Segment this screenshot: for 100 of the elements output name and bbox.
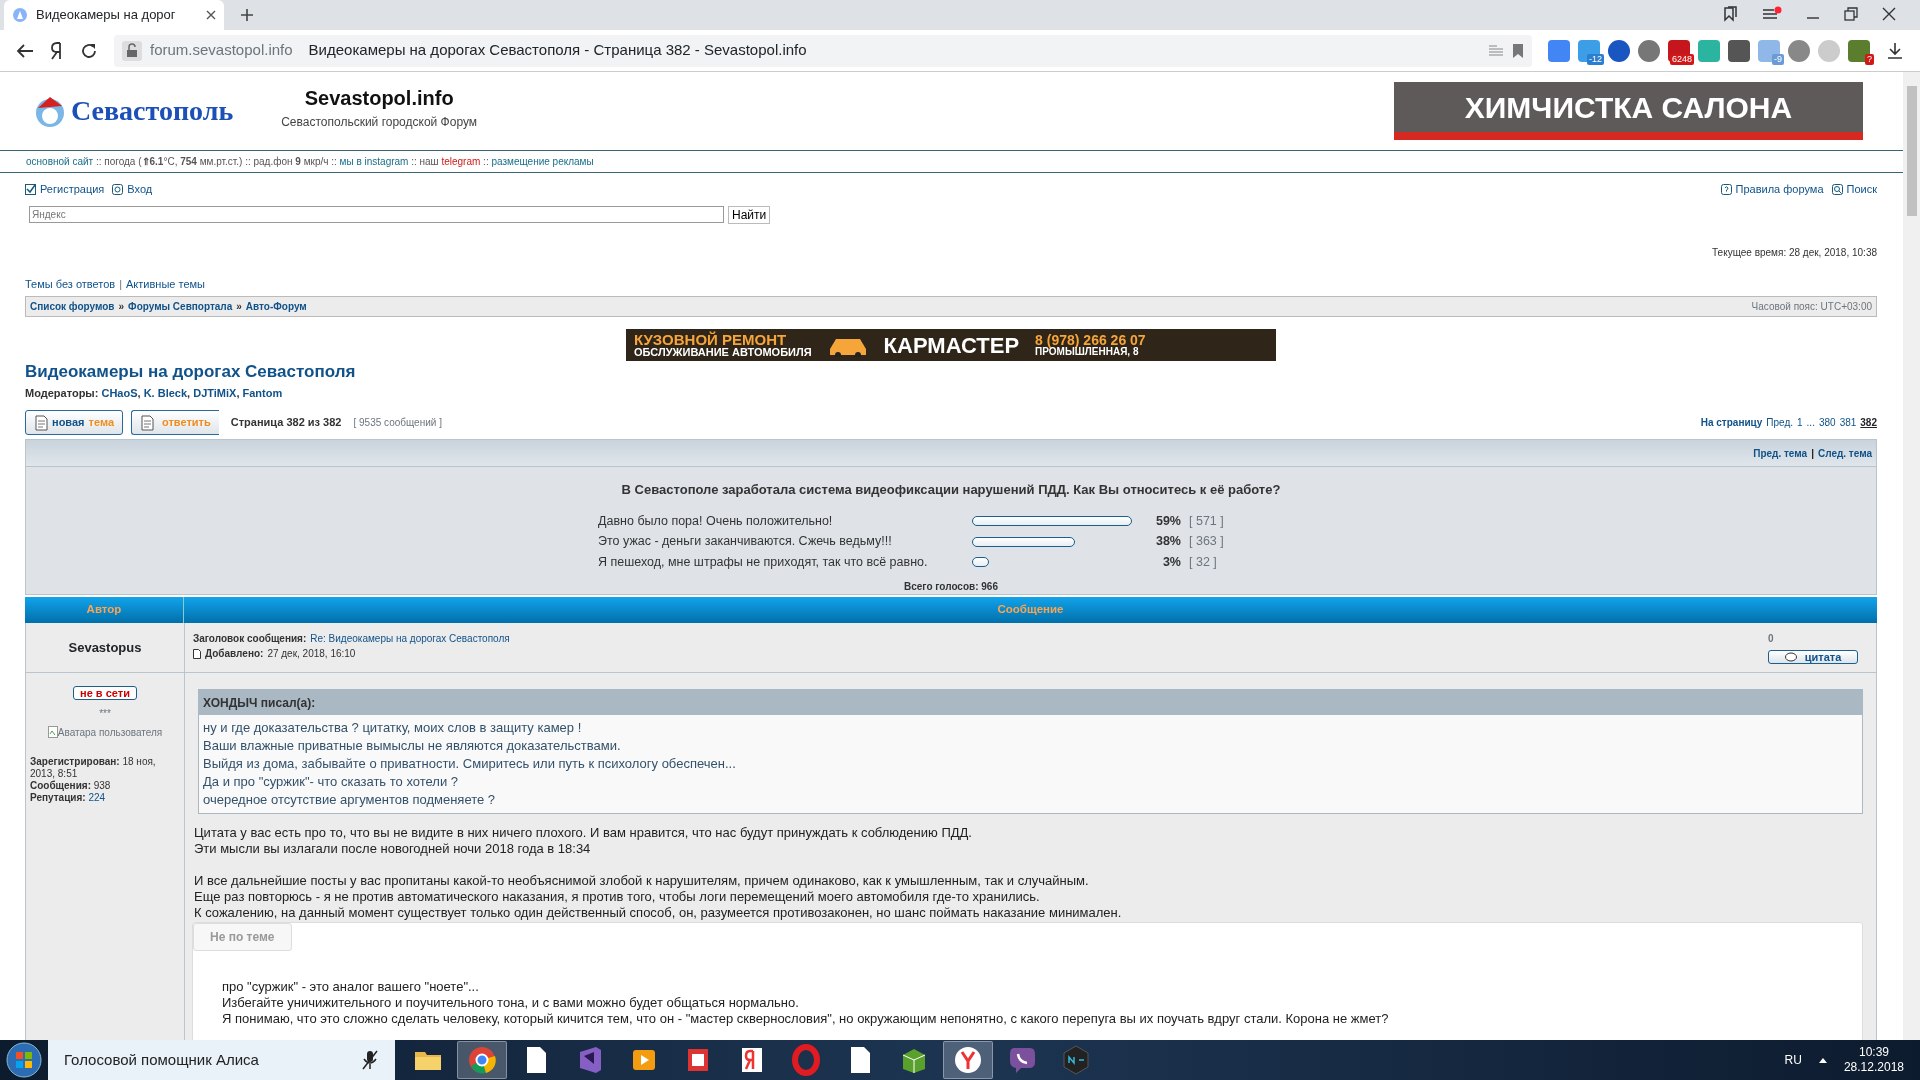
checkbox-icon	[25, 183, 36, 195]
link[interactable]: Темы без ответов	[25, 275, 116, 292]
bookmark-icon[interactable]	[1512, 42, 1524, 59]
status-badge: не в сети	[73, 686, 137, 700]
help-icon	[1720, 183, 1732, 195]
new-tab-icon[interactable]	[240, 8, 254, 22]
breadcrumb-link[interactable]: Авто-Форум	[245, 299, 307, 314]
link[interactable]: Fantom	[242, 386, 283, 399]
reload-icon[interactable]	[80, 41, 98, 60]
poll-option: Это ужас - деньги заканчиваются. Сжечь ведьму!!!	[598, 532, 964, 551]
link[interactable]: Поиск	[1846, 181, 1877, 198]
language-indicator[interactable]: RU	[1784, 1051, 1802, 1069]
subject-link[interactable]: Re: Видеокамеры на дорогах Севастополя	[310, 631, 510, 646]
breadcrumb-separator: »	[118, 300, 125, 314]
link[interactable]: Активные темы	[126, 275, 205, 292]
circle-icon[interactable]	[1788, 39, 1810, 62]
taskbar-button[interactable]	[943, 1041, 993, 1079]
bookmarks-icon[interactable]	[1722, 6, 1738, 22]
poll-votes: [ 363 ]	[1189, 533, 1225, 551]
hexagon-icon	[1060, 1044, 1092, 1076]
page-link[interactable]: 380	[1818, 415, 1836, 430]
search-field[interactable]: Яндекс	[29, 206, 724, 223]
link[interactable]: основной сайт	[26, 156, 94, 167]
clock-date: 28.12.2018	[1843, 1060, 1904, 1075]
link[interactable]: Регистрация	[40, 181, 105, 198]
link[interactable]: След. тема	[1817, 445, 1872, 461]
poll-percent: 59%	[1154, 512, 1181, 530]
close-icon[interactable]	[206, 10, 216, 20]
scrollbar[interactable]	[1903, 72, 1920, 1040]
search-button[interactable]: Найти	[728, 205, 771, 224]
body-text: Цитата у вас есть про то, что вы не видите в них ничего плохого. И вам нравится, что нас будут принуждать к соблюдению ПДД.	[194, 825, 973, 841]
page-link[interactable]: 382	[1860, 415, 1877, 430]
page-title: Видеокамеры на дорогах Севастополя - Страница 382 - Sevastopol.info	[308, 40, 807, 61]
link[interactable]: Пред. тема	[1753, 445, 1808, 461]
search-icon	[1831, 183, 1843, 195]
address-bar[interactable]: forum.sevastopol.info Видеокамеры на дорогах Севастополя - Страница 382 - Sevastopol.info	[114, 34, 1532, 67]
quote-button[interactable]: цитата	[1768, 650, 1858, 664]
link[interactable]: telegram	[441, 156, 481, 167]
body-text: К сожалению, на данный момент существует только один действенный способ, он, разумеется противозаконен, но шанс поймать наказание минимален.	[194, 905, 1123, 921]
close-icon[interactable]	[1882, 7, 1896, 21]
topic-title[interactable]: Видеокамеры на дорогах Севастополя	[25, 359, 1877, 385]
link[interactable]: размещение рекламы	[491, 156, 594, 167]
link[interactable]: Правила форума	[1735, 181, 1824, 198]
posted-label: Добавлено:	[205, 647, 264, 661]
logo-text[interactable]: Севастополь	[71, 90, 234, 132]
clock-time: 10:39	[1857, 1045, 1890, 1060]
link[interactable]: мы в instagram	[339, 156, 409, 167]
offtopic-line: Избегайте уничижительного и поучительного тона, и с вами можно будет общаться нормально.	[222, 995, 800, 1011]
body-text: И все дальнейшие посты у вас пропитаны какой-то необъяснимой злобой к нарушителям, причем одинаково, как к умышленным, так и случайным.	[194, 873, 1090, 889]
link[interactable]: CHaoS	[101, 386, 138, 399]
quote-author: ХОНДЫЧ писал(а):	[203, 694, 316, 712]
post-count: [ 9535 сообщений ]	[353, 416, 442, 430]
ring-icon	[790, 1044, 822, 1076]
ad-banner[interactable]: КУЗОВНОЙ РЕМОНТ ОБСЛУЖИВАНИЕ АВТОМОБИЛЯ КАРМАСТЕР 8 (978) 266 26 07 ПРОМЫШЛЕННАЯ, 8	[626, 329, 1276, 361]
breadcrumb-link[interactable]: Список форумов	[30, 299, 115, 314]
quote-line: Да и про "суржик"- что сказать то хотели ?	[203, 773, 459, 791]
info-line: основной сайт :: погода (⇑6.1°C, 754 мм.рт.ст.) :: рад.фон 9 мкр/ч :: мы в instagram :: наш telegram :: размещение рекламы	[26, 155, 594, 169]
restore-icon[interactable]	[1844, 7, 1858, 21]
ad-banner[interactable]: ХИМЧИСТКА САЛОНА	[1394, 82, 1863, 140]
separator: |	[119, 276, 123, 292]
taskbar-button[interactable]	[457, 1041, 507, 1079]
poll-votes: [ 571 ]	[1189, 512, 1225, 530]
quote-line: Ваши влажные приватные вымыслы не являются доказательствами.	[203, 737, 622, 755]
page-link[interactable]: 381	[1839, 415, 1857, 430]
browser-icon	[466, 1044, 498, 1076]
browser-tab[interactable]: Видеокамеры на дорог	[4, 0, 224, 30]
page-link[interactable]: ...	[1806, 415, 1815, 430]
santa-logo-icon	[33, 94, 67, 128]
rank-stars: ***	[98, 706, 112, 721]
quote-line: ну и где доказательства ? цитатку, моих слов в защиту камер !	[203, 719, 583, 737]
separator: |	[1811, 446, 1814, 461]
rating: 0	[1768, 632, 1775, 646]
avatar-alt-text: Аватара пользователя	[57, 725, 163, 740]
menu-icon[interactable]	[1762, 6, 1782, 22]
author-name: Sevastopus	[68, 638, 142, 657]
profile-field: Зарегистрирован: 18 ноя, 2013, 8:51	[30, 755, 180, 780]
yandex-icon[interactable]	[50, 41, 64, 60]
offtopic-label: Не по теме	[193, 923, 292, 951]
link[interactable]: Вход	[127, 181, 153, 198]
poll-total: Всего голосов: 966	[903, 579, 999, 594]
page-info: Страница 382 из 382	[230, 415, 342, 431]
page-link[interactable]: 1	[1797, 415, 1803, 430]
site-name: Sevastopol.info	[303, 86, 455, 111]
poll-question: В Севастополе заработала система видеофиксации нарушений ПДД. Как Вы относитесь к её работе?	[620, 481, 1282, 499]
start-icon[interactable]	[4, 1040, 44, 1080]
globe-icon	[12, 7, 28, 23]
breadcrumb-link[interactable]: Форумы Севпортала	[128, 299, 233, 314]
tray-arrow-icon[interactable]	[1817, 1056, 1828, 1064]
timezone: Часовой пояс: UTC+03:00	[1751, 300, 1872, 314]
posted-date: 27 дек, 2018, 16:10	[267, 647, 356, 661]
document-icon	[34, 414, 48, 431]
download-icon[interactable]	[1886, 41, 1904, 60]
assistant-search-field[interactable]: Голосовой помощник Алиса	[48, 1040, 395, 1080]
back-icon[interactable]	[16, 42, 34, 59]
pagination-label: На страницу	[1700, 416, 1763, 430]
offtopic-line: про "суржик" - это аналог вашего "ноете"...	[222, 979, 480, 995]
new-topic-button[interactable]: новая тема	[25, 410, 123, 435]
profile-field: Репутация: 224	[30, 791, 180, 804]
page-link[interactable]: Пред.	[1766, 415, 1794, 430]
column-header: Сообщение	[996, 602, 1065, 618]
